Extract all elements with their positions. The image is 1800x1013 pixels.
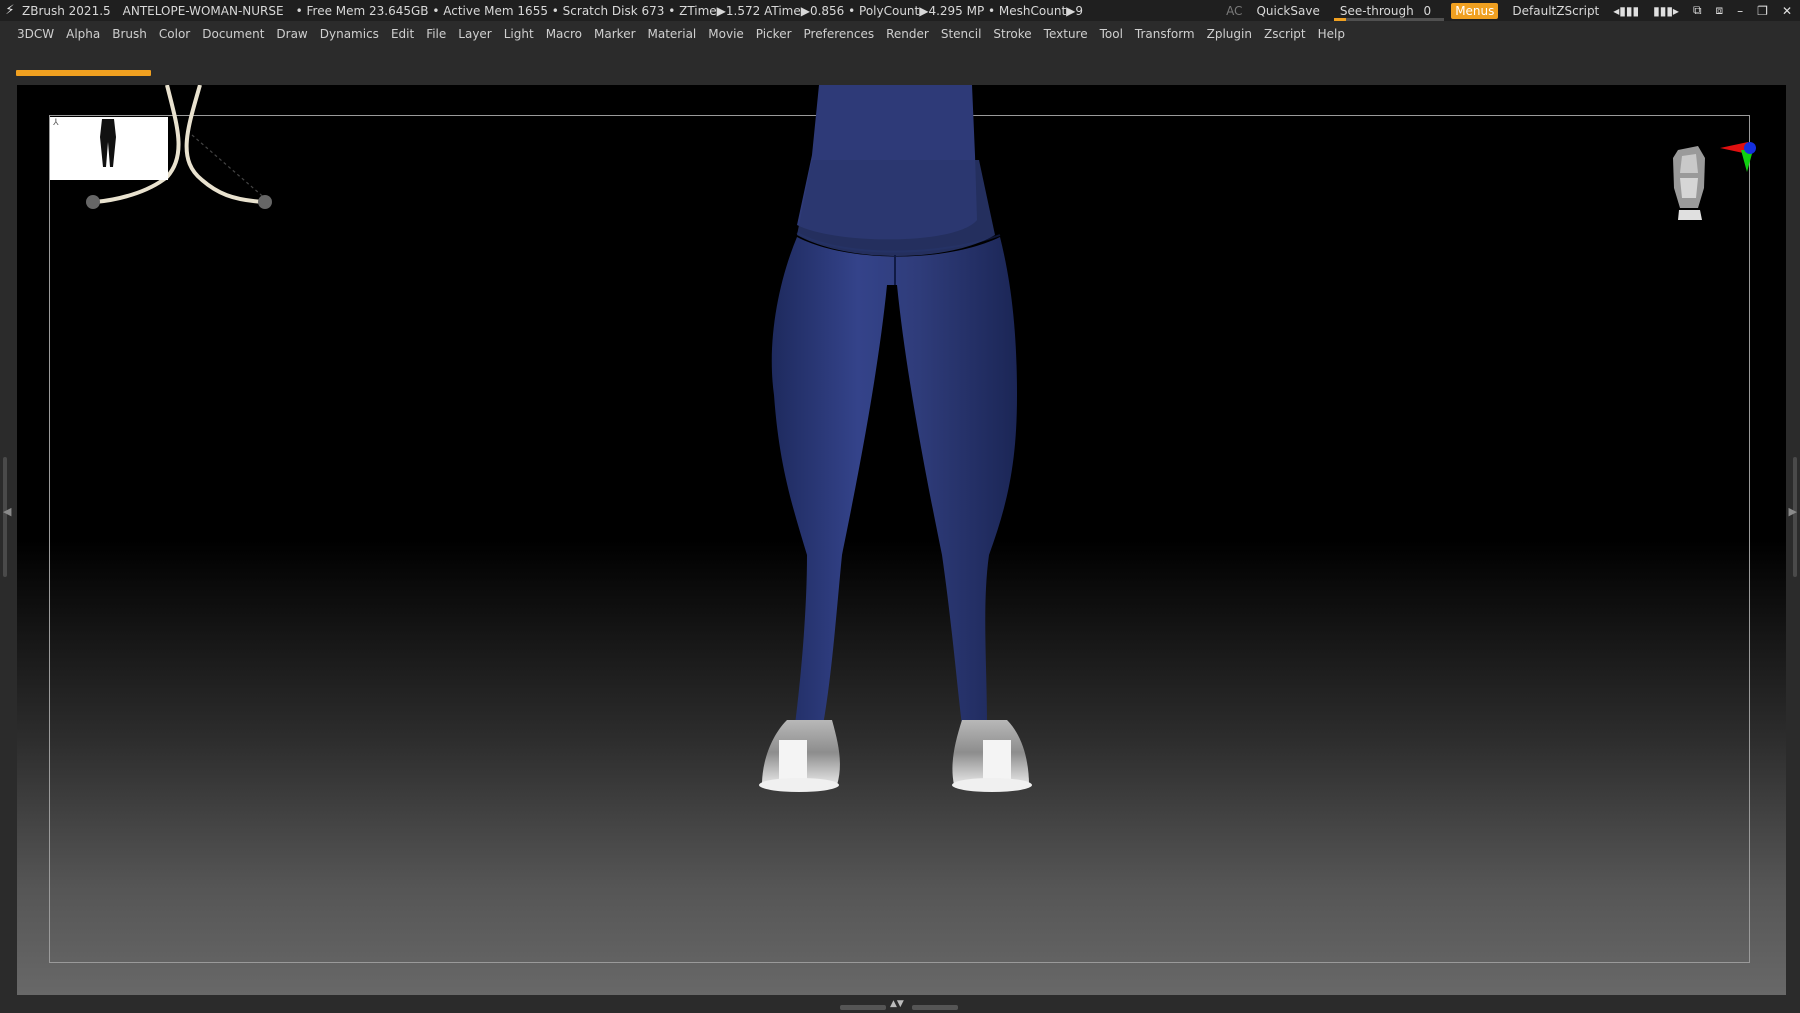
menu-stroke[interactable]: Stroke bbox=[987, 27, 1037, 41]
menu-movie[interactable]: Movie bbox=[702, 27, 750, 41]
axis-gizmo-icon bbox=[1720, 142, 1756, 172]
menu-picker[interactable]: Picker bbox=[750, 27, 798, 41]
zbrush-logo-icon: ⚡ bbox=[5, 3, 15, 18]
minimize-icon[interactable]: – bbox=[1737, 4, 1743, 18]
menu-help[interactable]: Help bbox=[1312, 27, 1351, 41]
menu-dynamics[interactable]: Dynamics bbox=[314, 27, 385, 41]
main-menu-bar: 3DCW Alpha Brush Color Document Draw Dyn… bbox=[0, 21, 1800, 47]
nurse-model[interactable] bbox=[17, 85, 1786, 995]
menu-file[interactable]: File bbox=[420, 27, 452, 41]
quicksave-button[interactable]: QuickSave bbox=[1256, 4, 1319, 18]
menu-render[interactable]: Render bbox=[880, 27, 935, 41]
restore-icon[interactable]: ❐ bbox=[1757, 4, 1768, 18]
menu-zscript[interactable]: Zscript bbox=[1258, 27, 1312, 41]
left-shoe bbox=[759, 720, 840, 792]
navigation-gizmo[interactable] bbox=[1658, 138, 1758, 238]
menu-color[interactable]: Color bbox=[153, 27, 196, 41]
bottom-tray-handle-left[interactable] bbox=[840, 1005, 886, 1010]
right-tray-arrow-icon[interactable]: ▶ bbox=[1789, 505, 1797, 518]
see-through-slider[interactable]: See-through 0 bbox=[1333, 3, 1444, 21]
memory-stats: • Free Mem 23.645GB • Active Mem 1655 • … bbox=[295, 3, 1084, 18]
menu-brush[interactable]: Brush bbox=[106, 27, 153, 41]
menu-transform[interactable]: Transform bbox=[1129, 27, 1201, 41]
window-layout-icon[interactable]: ⧉ bbox=[1693, 3, 1702, 18]
right-shoe bbox=[952, 720, 1032, 792]
menu-edit[interactable]: Edit bbox=[385, 27, 420, 41]
layout-right-icon[interactable]: ▮▮▮▸ bbox=[1653, 4, 1679, 18]
menu-draw[interactable]: Draw bbox=[270, 27, 313, 41]
head-orientation-icon bbox=[1673, 146, 1705, 220]
progress-indicator bbox=[16, 70, 151, 76]
menu-layer[interactable]: Layer bbox=[452, 27, 497, 41]
scrub-pants bbox=[771, 237, 1017, 725]
thumbnail-silhouette bbox=[100, 119, 116, 167]
see-through-value: 0 bbox=[1423, 3, 1432, 18]
menu-macro[interactable]: Macro bbox=[540, 27, 588, 41]
titlebar-right-controls: AC QuickSave See-through 0 Menus Default… bbox=[1226, 0, 1792, 21]
menu-stencil[interactable]: Stencil bbox=[935, 27, 988, 41]
see-through-label: See-through bbox=[1339, 3, 1414, 18]
menu-light[interactable]: Light bbox=[498, 27, 540, 41]
default-zscript-button[interactable]: DefaultZScript bbox=[1512, 4, 1599, 18]
menu-marker[interactable]: Marker bbox=[588, 27, 641, 41]
menus-toggle-button[interactable]: Menus bbox=[1451, 2, 1499, 19]
menu-tool[interactable]: Tool bbox=[1094, 27, 1129, 41]
title-bar: ⚡ ZBrush 2021.5 ANTELOPE-WOMAN-NURSE • F… bbox=[0, 0, 1800, 21]
close-icon[interactable]: ✕ bbox=[1782, 4, 1792, 18]
menu-zplugin[interactable]: Zplugin bbox=[1201, 27, 1258, 41]
bottom-tray-bar: ▲▼ bbox=[0, 997, 1800, 1013]
app-title: ZBrush 2021.5 bbox=[22, 3, 111, 18]
menu-document[interactable]: Document bbox=[196, 27, 270, 41]
menu-alpha[interactable]: Alpha bbox=[60, 27, 106, 41]
layout-left-icon[interactable]: ◂▮▮▮ bbox=[1613, 4, 1639, 18]
thumbnail-axis-icon: ⅄ bbox=[53, 118, 59, 128]
left-tray-arrow-icon[interactable]: ◀ bbox=[3, 505, 11, 518]
menu-preferences[interactable]: Preferences bbox=[798, 27, 881, 41]
bottom-tray-toggle-icon[interactable]: ▲▼ bbox=[890, 999, 904, 1009]
menu-texture[interactable]: Texture bbox=[1038, 27, 1094, 41]
ac-toggle[interactable]: AC bbox=[1226, 4, 1242, 18]
document-canvas[interactable]: ⅄ bbox=[17, 85, 1786, 995]
bottom-tray-handle-right[interactable] bbox=[912, 1005, 958, 1010]
menu-3dcw[interactable]: 3DCW bbox=[15, 27, 60, 41]
menu-material[interactable]: Material bbox=[642, 27, 703, 41]
project-name: ANTELOPE-WOMAN-NURSE bbox=[122, 3, 284, 18]
window-stack-icon[interactable]: ⧈ bbox=[1716, 3, 1724, 18]
navigator-thumbnail[interactable]: ⅄ bbox=[50, 117, 168, 180]
